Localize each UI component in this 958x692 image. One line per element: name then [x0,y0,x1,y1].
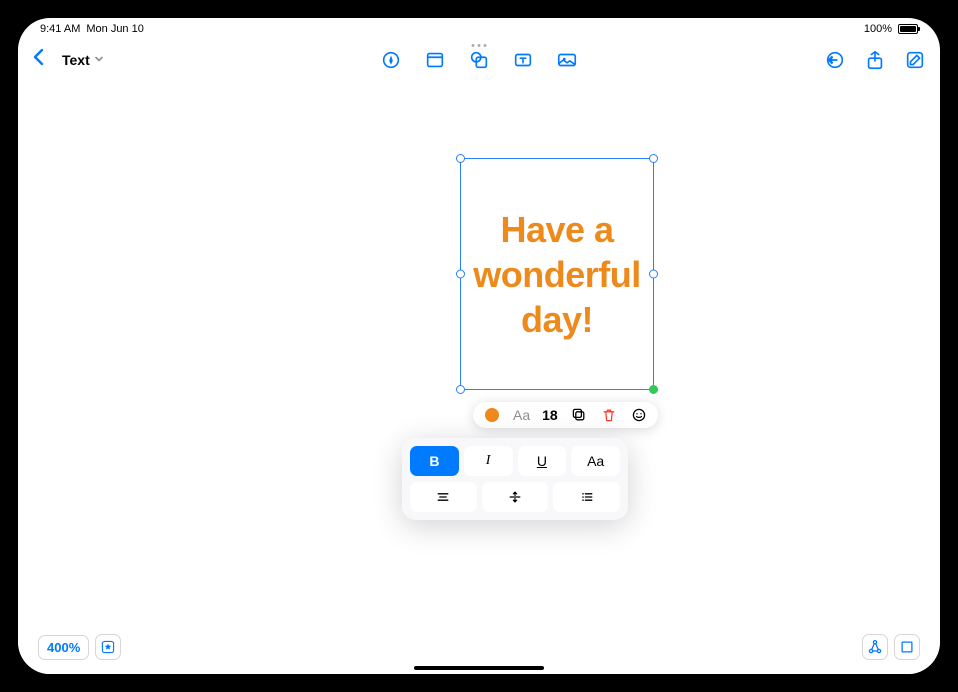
multitask-handle[interactable] [472,44,487,47]
font-label[interactable]: Aa [513,407,530,423]
tool-title-label: Text [62,52,90,68]
sticky-note-icon[interactable] [424,49,446,71]
resize-handle-top-left[interactable] [456,154,465,163]
chevron-down-icon [94,54,104,67]
status-bar: 9:41 AM Mon Jun 10 100% [18,18,940,40]
emoji-icon[interactable] [630,406,648,424]
text-box-icon[interactable] [512,49,534,71]
resize-handle-top-right[interactable] [649,154,658,163]
duplicate-icon[interactable] [570,406,588,424]
canvas[interactable]: Have a wonderful day! Aa 18 [18,80,940,674]
align-button[interactable] [410,482,477,512]
format-toolbar: Aa 18 [473,402,658,428]
battery-percent: 100% [864,23,892,35]
status-time: 9:41 AM [40,23,80,35]
resize-handle-bottom-left[interactable] [456,385,465,394]
pen-tool-icon[interactable] [380,49,402,71]
shapes-icon[interactable] [468,49,490,71]
text-style-panel: B I U Aa [402,438,628,520]
graph-icon[interactable] [862,634,888,660]
tool-title[interactable]: Text [62,52,104,68]
zoom-level-button[interactable]: 400% [38,635,89,660]
battery-icon [896,24,918,34]
favorites-icon[interactable] [95,634,121,660]
share-icon[interactable] [864,49,886,71]
bold-button[interactable]: B [410,446,459,476]
status-date: Mon Jun 10 [86,23,143,35]
text-case-button[interactable]: Aa [571,446,620,476]
color-swatch[interactable] [483,406,501,424]
font-size-label[interactable]: 18 [542,407,558,423]
home-indicator[interactable] [414,666,544,670]
undo-icon[interactable] [824,49,846,71]
vertical-align-button[interactable] [482,482,549,512]
list-button[interactable] [553,482,620,512]
resize-handle-mid-left[interactable] [456,270,465,279]
zoom-controls: 400% [38,634,121,660]
minimap-icon[interactable] [894,634,920,660]
delete-icon[interactable] [600,406,618,424]
underline-button[interactable]: U [518,446,567,476]
text-box-content[interactable]: Have a wonderful day! [461,207,653,342]
text-box[interactable]: Have a wonderful day! [460,158,654,390]
bottom-right-controls [862,634,920,660]
compose-icon[interactable] [904,49,926,71]
italic-button[interactable]: I [464,446,513,476]
resize-handle-bottom-right[interactable] [649,385,658,394]
resize-handle-mid-right[interactable] [649,270,658,279]
image-icon[interactable] [556,49,578,71]
back-button[interactable] [32,48,44,72]
